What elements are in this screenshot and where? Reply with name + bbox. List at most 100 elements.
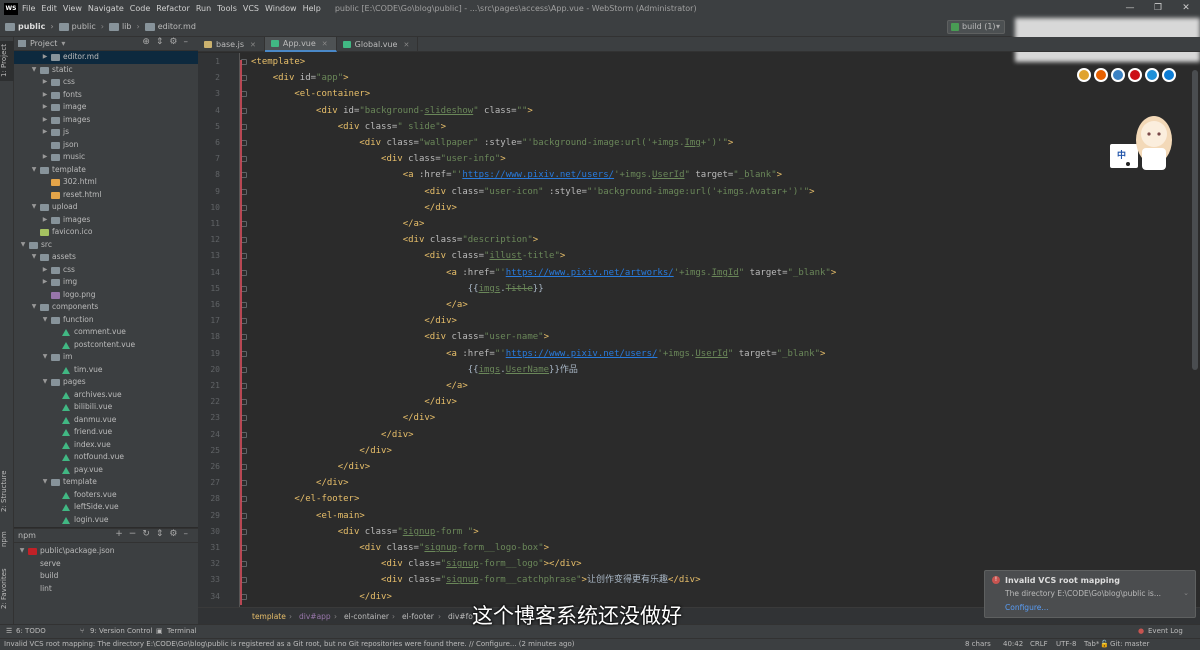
tree-item[interactable]: ▶ css: [14, 76, 198, 89]
menu-window[interactable]: Window: [265, 4, 297, 13]
chevron-down-icon[interactable]: ▼: [41, 314, 49, 327]
status-caret-position[interactable]: 40:42: [1003, 640, 1023, 648]
menu-refactor[interactable]: Refactor: [156, 4, 190, 13]
tree-item[interactable]: friend.vue: [14, 426, 198, 439]
tab-global-vue[interactable]: Global.vue ✕: [337, 37, 419, 52]
code-line[interactable]: <el-container>: [251, 86, 370, 102]
tree-item[interactable]: danmu.vue: [14, 414, 198, 427]
code-line[interactable]: </a>: [251, 297, 468, 313]
tree-item[interactable]: ▶ fonts: [14, 89, 198, 102]
chevron-down-icon[interactable]: ⌄: [1183, 589, 1189, 597]
add-icon[interactable]: +: [115, 529, 129, 539]
tree-item[interactable]: footers.vue: [14, 489, 198, 502]
collapse-icon[interactable]: ⇕: [156, 529, 170, 539]
menu-tools[interactable]: Tools: [217, 4, 237, 13]
code-line[interactable]: <div class="user-icon" :style="'backgrou…: [251, 184, 814, 200]
chevron-down-icon[interactable]: ▼: [30, 201, 38, 214]
nav-crumb-root[interactable]: public ›: [5, 22, 54, 31]
project-title[interactable]: Project: [30, 39, 57, 48]
collapse-icon[interactable]: ⇕: [156, 37, 170, 47]
status-line-separator[interactable]: CRLF: [1030, 640, 1048, 648]
remove-icon[interactable]: −: [129, 529, 143, 539]
breadcrumb-el-footer[interactable]: el-footer: [402, 612, 434, 621]
nav-crumb-lib[interactable]: lib ›: [108, 22, 140, 31]
code-editor[interactable]: <template> <div id="app"> <el-container>…: [241, 53, 1200, 607]
code-line[interactable]: </div>: [251, 459, 371, 475]
chevron-right-icon[interactable]: ▶: [41, 114, 49, 127]
status-encoding[interactable]: UTF-8: [1056, 640, 1076, 648]
edge-icon[interactable]: [1162, 68, 1176, 82]
locate-icon[interactable]: ⊕: [142, 37, 156, 47]
tab-app-vue[interactable]: App.vue ✕: [264, 37, 337, 52]
chevron-right-icon[interactable]: ▶: [41, 101, 49, 114]
code-line[interactable]: </a>: [251, 378, 468, 394]
restore-icon[interactable]: ❐: [1144, 0, 1172, 17]
chevron-down-icon[interactable]: ▼: [41, 476, 49, 489]
npm-package[interactable]: ▼ public\package.json: [14, 545, 198, 558]
code-line[interactable]: </div>: [251, 443, 392, 459]
tree-item[interactable]: notfound.vue: [14, 451, 198, 464]
chevron-right-icon[interactable]: ▶: [41, 126, 49, 139]
breadcrumb-div-app[interactable]: div#app: [299, 612, 331, 621]
npm-script-build[interactable]: build: [14, 570, 198, 583]
tree-item[interactable]: ▶ img: [14, 276, 198, 289]
code-line[interactable]: </div>: [251, 427, 414, 443]
code-line[interactable]: {{imgs.UserName}}作品: [251, 362, 578, 378]
tree-item[interactable]: ▶ images: [14, 114, 198, 127]
code-line[interactable]: <a :href="'https://www.pixiv.net/users/'…: [251, 346, 825, 362]
code-line[interactable]: {{imgs.Title}}: [251, 281, 544, 297]
npm-script-serve[interactable]: serve: [14, 558, 198, 571]
code-line[interactable]: <div class="illust-title">: [251, 248, 565, 264]
menu-code[interactable]: Code: [130, 4, 150, 13]
code-line[interactable]: <div class="user-name">: [251, 329, 549, 345]
code-line[interactable]: <div class=" slide">: [251, 119, 446, 135]
tree-item[interactable]: ▼ pages: [14, 376, 198, 389]
status-indent[interactable]: Tab*: [1084, 640, 1099, 648]
tree-item[interactable]: index.vue: [14, 439, 198, 452]
code-line[interactable]: </div>: [251, 200, 457, 216]
tree-item[interactable]: postcontent.vue: [14, 339, 198, 352]
close-icon[interactable]: ✕: [1172, 0, 1200, 17]
gear-icon[interactable]: ⚙: [169, 37, 183, 47]
editor-scrollbar[interactable]: [1192, 70, 1198, 370]
chevron-right-icon[interactable]: ▶: [41, 151, 49, 164]
gear-icon[interactable]: ⚙: [169, 529, 183, 539]
tree-item[interactable]: archives.vue: [14, 389, 198, 402]
menu-run[interactable]: Run: [196, 4, 211, 13]
tree-item[interactable]: ▼ upload: [14, 201, 198, 214]
breadcrumb-div-fo[interactable]: div#fo: [448, 612, 473, 621]
tree-item[interactable]: ▼ src: [14, 239, 198, 252]
run-config-select[interactable]: build (1) ▾: [947, 20, 1005, 34]
tab-event-log[interactable]: Event Log: [1148, 627, 1183, 635]
refresh-icon[interactable]: ↻: [142, 529, 156, 539]
code-line[interactable]: <div class="signup-form__logo"></div>: [251, 556, 582, 572]
menu-view[interactable]: View: [63, 4, 82, 13]
chevron-right-icon[interactable]: ▶: [41, 51, 49, 64]
tree-item[interactable]: ▼ im: [14, 351, 198, 364]
chevron-down-icon[interactable]: ▼: [30, 301, 38, 314]
menu-vcs[interactable]: VCS: [243, 4, 259, 13]
chevron-down-icon[interactable]: ▾: [61, 39, 65, 48]
firefox-icon[interactable]: [1094, 68, 1108, 82]
tab-terminal[interactable]: Terminal: [167, 627, 197, 635]
code-line[interactable]: </a>: [251, 216, 425, 232]
tree-item[interactable]: tim.vue: [14, 364, 198, 377]
code-line[interactable]: <template>: [251, 54, 305, 70]
close-icon[interactable]: ✕: [403, 41, 409, 49]
code-line[interactable]: <div class="wallpaper" :style="'backgrou…: [251, 135, 733, 151]
code-line[interactable]: <div id="app">: [251, 70, 349, 86]
tab-npm-tool[interactable]: npm: [0, 529, 14, 549]
chevron-right-icon[interactable]: ▶: [41, 214, 49, 227]
status-git-branch[interactable]: Git: master: [1110, 640, 1149, 648]
tree-item[interactable]: ▶ music: [14, 151, 198, 164]
tree-item[interactable]: logo.png: [14, 289, 198, 302]
code-line[interactable]: </div>: [251, 394, 457, 410]
tree-item[interactable]: leftSide.vue: [14, 501, 198, 514]
code-line[interactable]: <div class="description">: [251, 232, 538, 248]
tree-item[interactable]: bilibili.vue: [14, 401, 198, 414]
tree-item[interactable]: ▼ static: [14, 64, 198, 77]
chrome-icon[interactable]: [1077, 68, 1091, 82]
tree-item[interactable]: ▶ css: [14, 264, 198, 277]
menu-help[interactable]: Help: [303, 4, 321, 13]
hide-icon[interactable]: –: [184, 529, 195, 539]
